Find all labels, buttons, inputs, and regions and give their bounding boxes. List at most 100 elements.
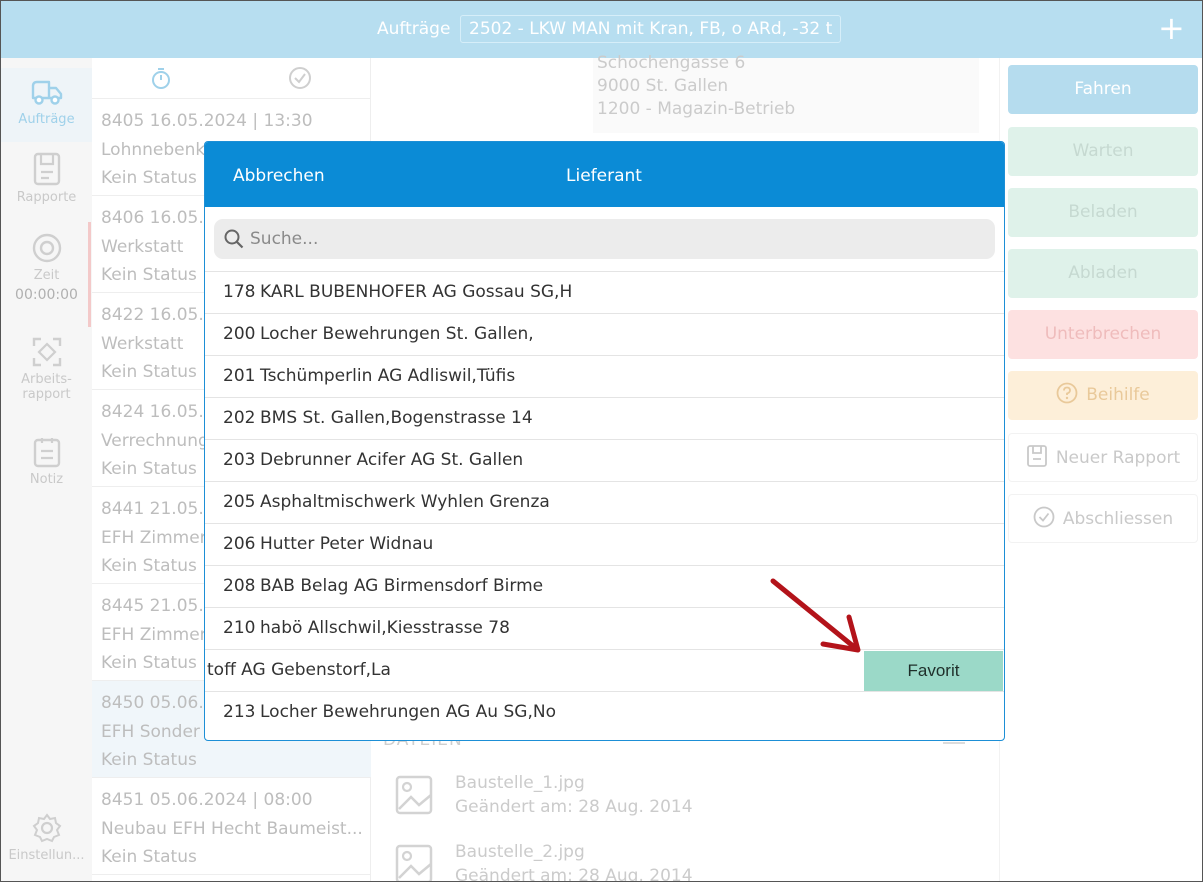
supplier-number: 205 [223, 492, 256, 512]
supplier-name: Tschümperlin AG Adliswil,Tüfis [260, 366, 516, 386]
image-file-icon [395, 775, 433, 815]
supplier-number: 208 [223, 576, 256, 596]
question-icon [1056, 382, 1078, 404]
sidebar-item-arbeitsrapport[interactable]: Arbeits- rapport [1, 336, 92, 418]
check-circle-icon [1033, 506, 1055, 528]
supplier-name: BAB Belag AG Birmensdorf Birme [260, 576, 544, 596]
order-selector[interactable]: 2502 - LKW MAN mit Kran, FB, o ARd, -32 … [460, 15, 842, 43]
order-status: Kein Status [101, 750, 197, 770]
check-circle-icon[interactable] [288, 66, 312, 90]
order-number-date: 8451 05.06.2024 | 08:00 [101, 790, 313, 810]
supplier-number: 202 [223, 408, 256, 428]
supplier-row[interactable]: 203 Debrunner Acifer AG St. Gallen [205, 439, 1004, 481]
help-button[interactable]: Beihilfe [1008, 371, 1198, 420]
supplier-row-swiped[interactable]: toff AG Gebenstorf,La Favorit [205, 649, 1004, 691]
sidebar-item-label: Rapporte [16, 190, 77, 205]
supplier-row[interactable]: 201 Tschümperlin AG Adliswil,Tüfis [205, 355, 1004, 397]
address-city: 9000 St. Gallen [597, 76, 729, 96]
supplier-number: 210 [223, 618, 256, 638]
order-list-item[interactable]: 8451 05.06.2024 | 08:00 Neubau EFH Hecht… [92, 778, 371, 875]
sidebar-item-label: Zeit [33, 268, 60, 283]
wait-button[interactable]: Warten [1008, 127, 1198, 176]
supplier-list: 178 KARL BUBENHOFER AG Gossau SG,H 200 L… [205, 271, 1004, 733]
order-number-date: 8405 16.05.2024 | 13:30 [101, 111, 313, 131]
file-name: Baustelle_1.jpg [455, 773, 585, 793]
sidebar-item-label: Einstellun... [8, 848, 85, 863]
supplier-number: 201 [223, 366, 256, 386]
supplier-picker-modal: Abbrechen Lieferant 178 KARL BUBENHOFER … [204, 141, 1005, 741]
image-file-icon [395, 844, 433, 881]
file-item[interactable]: Baustelle_2.jpg Geändert am: 28 Aug. 201… [395, 842, 955, 882]
sidebar-item-label-line1: Arbeits- [21, 372, 72, 387]
clipboard-icon [33, 438, 60, 468]
file-date: Geändert am: 28 Aug. 2014 [455, 866, 693, 882]
supplier-row[interactable]: 202 BMS St. Gallen,Bogenstrasse 14 [205, 397, 1004, 439]
document-icon [33, 152, 60, 186]
supplier-row[interactable]: 208 BAB Belag AG Birmensdorf Birme [205, 565, 1004, 607]
supplier-row[interactable]: 178 KARL BUBENHOFER AG Gossau SG,H [205, 271, 1004, 313]
supplier-name: BMS St. Gallen,Bogenstrasse 14 [260, 408, 533, 428]
search-input[interactable] [250, 219, 970, 259]
sidebar-item-einstellungen[interactable]: Einstellun... [1, 812, 92, 872]
finish-button[interactable]: Abschliessen [1008, 494, 1198, 543]
modal-title: Lieferant [566, 166, 642, 186]
search-icon [224, 229, 244, 249]
supplier-number: 178 [223, 282, 256, 302]
cancel-button[interactable]: Abbrechen [233, 166, 325, 186]
sidebar-item-rapporte[interactable]: Rapporte [1, 152, 92, 222]
new-report-label: Neuer Rapport [1055, 448, 1181, 468]
sidebar-item-label: Notiz [29, 472, 64, 487]
drive-button[interactable]: Fahren [1008, 65, 1198, 114]
supplier-row[interactable]: 213 Locher Bewehrungen AG Au SG,No [205, 691, 1004, 733]
order-description: Neubau EFH Hecht Baumeist... [101, 818, 363, 839]
action-panel: Fahren Warten Beladen Abladen Unterbrech… [999, 58, 1202, 881]
sidebar-item-auftraege[interactable]: Aufträge [1, 68, 92, 142]
supplier-name: habö Allschwil,Kiesstrasse 78 [260, 618, 510, 638]
scan-icon [32, 337, 61, 367]
file-item[interactable]: Baustelle_1.jpg Geändert am: 28 Aug. 201… [395, 773, 955, 833]
supplier-number: 203 [223, 450, 256, 470]
header-title: Aufträge [377, 19, 451, 39]
search-bar [214, 219, 995, 259]
document-icon [1026, 445, 1047, 467]
supplier-name: toff AG Gebenstorf,La [207, 660, 391, 680]
supplier-number: 200 [223, 324, 256, 344]
file-name: Baustelle_2.jpg [455, 842, 585, 862]
sidebar-item-label-line2: rapport [22, 387, 71, 402]
address-department: 1200 - Magazin-Betrieb [597, 99, 796, 119]
sidebar-item-label: Aufträge [18, 112, 75, 127]
favorite-button[interactable]: Favorit [864, 651, 1003, 691]
order-status: Kein Status [101, 847, 197, 867]
stopwatch-icon[interactable] [149, 66, 173, 90]
add-order-button[interactable]: + [1158, 11, 1185, 47]
app-window: Aufträge 2502 - LKW MAN mit Kran, FB, o … [0, 0, 1203, 882]
supplier-number: 206 [223, 534, 256, 554]
supplier-row[interactable]: 205 Asphaltmischwerk Wyhlen Grenza [205, 481, 1004, 523]
new-report-button[interactable]: Neuer Rapport [1008, 433, 1198, 482]
record-icon [32, 233, 61, 263]
finish-label: Abschliessen [1062, 509, 1174, 529]
supplier-name: KARL BUBENHOFER AG Gossau SG,H [260, 282, 573, 302]
supplier-name: Hutter Peter Widnau [260, 534, 434, 554]
truck-icon [31, 80, 62, 105]
supplier-row[interactable]: 210 habö Allschwil,Kiesstrasse 78 [205, 607, 1004, 649]
top-bar: Aufträge 2502 - LKW MAN mit Kran, FB, o … [1, 1, 1202, 58]
supplier-row[interactable]: 200 Locher Bewehrungen St. Gallen, [205, 313, 1004, 355]
sidebar-item-notiz[interactable]: Notiz [1, 436, 92, 496]
address-street: Schochengasse 6 [597, 53, 746, 73]
timer-value: 00:00:00 [15, 287, 78, 303]
supplier-name: Locher Bewehrungen St. Gallen, [260, 314, 534, 355]
supplier-name: Asphaltmischwerk Wyhlen Grenza [260, 492, 550, 512]
supplier-name: Debrunner Acifer AG St. Gallen [260, 450, 524, 470]
sidebar: Aufträge Rapporte Zeit 00:00:00 Arbeits-… [1, 58, 92, 881]
modal-header: Abbrechen Lieferant [205, 142, 1004, 207]
supplier-row[interactable]: 206 Hutter Peter Widnau [205, 523, 1004, 565]
interrupt-button[interactable]: Unterbrechen [1008, 310, 1198, 359]
unload-button[interactable]: Abladen [1008, 249, 1198, 298]
sidebar-item-zeit[interactable]: Zeit 00:00:00 [1, 232, 92, 322]
load-button[interactable]: Beladen [1008, 188, 1198, 237]
menu-icon[interactable] [943, 742, 965, 744]
supplier-number: 213 [223, 702, 256, 722]
address-block: Schochengasse 6 9000 St. Gallen 1200 - M… [593, 53, 979, 133]
help-label: Beihilfe [1086, 385, 1150, 405]
